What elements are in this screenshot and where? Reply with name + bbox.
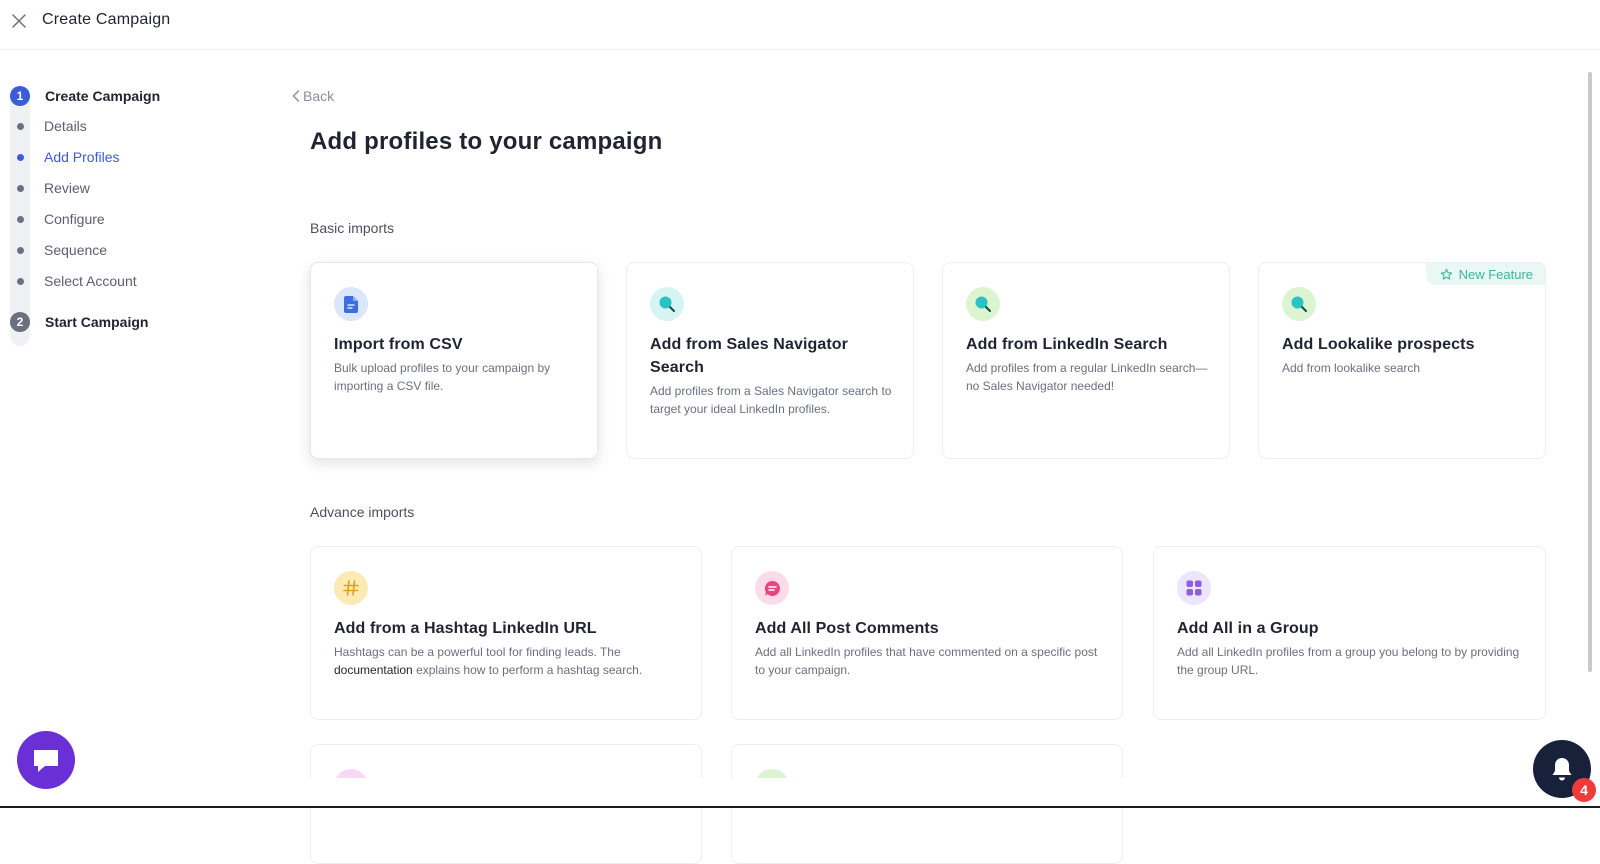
card-description: Hashtags can be a powerful tool for find…	[334, 645, 643, 677]
step-start-campaign: 2 Start Campaign	[10, 312, 148, 332]
card-title: Add from Sales Navigator Search	[650, 336, 849, 376]
chat-icon	[34, 750, 58, 772]
step-number-2: 2	[10, 312, 30, 332]
linkedin-search-card[interactable]: Add from LinkedIn Search Add profiles fr…	[942, 262, 1230, 459]
card-description: Add profiles from a Sales Navigator sear…	[650, 384, 892, 416]
substep-select-account[interactable]: Select Account	[10, 271, 137, 291]
new-feature-badge: New Feature	[1425, 263, 1545, 285]
top-bar: Create Campaign	[0, 0, 1600, 50]
card-description: Add from lookalike search	[1282, 361, 1421, 375]
search-icon	[966, 287, 1000, 321]
substep-label: Select Account	[44, 273, 137, 289]
substep-details[interactable]: Details	[10, 116, 87, 136]
card-description: Add all LinkedIn profiles that have comm…	[755, 645, 1098, 677]
card-title: Add All Post Comments	[755, 620, 939, 637]
content-clip	[300, 778, 1550, 806]
notification-count-badge: 4	[1572, 778, 1596, 802]
hashtag-icon	[334, 571, 368, 605]
file-icon	[334, 287, 368, 321]
step-number-1: 1	[10, 86, 30, 106]
card-title: Add from a Hashtag LinkedIn URL	[334, 620, 597, 637]
substep-label: Details	[44, 118, 87, 134]
substep-dot	[10, 246, 30, 254]
substep-dot	[10, 153, 30, 161]
group-card[interactable]: Add All in a Group Add all LinkedIn prof…	[1153, 546, 1546, 720]
back-button[interactable]: Back	[292, 88, 334, 104]
substep-label: Add Profiles	[44, 149, 120, 165]
substep-dot	[10, 184, 30, 192]
close-icon[interactable]	[10, 12, 28, 30]
substep-review[interactable]: Review	[10, 178, 90, 198]
card-title: Import from CSV	[334, 336, 463, 353]
card-description: Add profiles from a regular LinkedIn sea…	[966, 361, 1208, 393]
scrollbar-thumb[interactable]	[1588, 72, 1592, 672]
chevron-left-icon	[292, 90, 300, 102]
page-header-title: Create Campaign	[42, 11, 171, 28]
search-icon	[1282, 287, 1316, 321]
substep-dot	[10, 277, 30, 285]
lookalike-prospects-card[interactable]: New Feature Add Lookalike prospects Add …	[1258, 262, 1546, 459]
sales-navigator-card[interactable]: Add from Sales Navigator Search Add prof…	[626, 262, 914, 459]
star-icon	[1440, 268, 1452, 280]
substep-label: Configure	[44, 211, 105, 227]
hashtag-url-card[interactable]: Add from a Hashtag LinkedIn URL Hashtags…	[310, 546, 702, 720]
comment-icon	[755, 571, 789, 605]
substep-label: Review	[44, 180, 90, 196]
substep-configure[interactable]: Configure	[10, 209, 105, 229]
substep-label: Sequence	[44, 242, 108, 258]
substep-sequence[interactable]: Sequence	[10, 240, 107, 260]
card-title: Add from LinkedIn Search	[966, 336, 1168, 353]
bell-icon	[1552, 758, 1572, 781]
search-icon	[650, 287, 684, 321]
step-label: Start Campaign	[45, 314, 149, 330]
basic-imports-label: Basic imports	[310, 220, 395, 236]
substep-dot	[10, 122, 30, 130]
back-label: Back	[303, 88, 335, 104]
post-comments-card[interactable]: Add All Post Comments Add all LinkedIn p…	[731, 546, 1123, 720]
import-csv-card[interactable]: Import from CSV Bulk upload profiles to …	[310, 262, 598, 459]
step-label: Create Campaign	[45, 88, 161, 104]
card-description: Add all LinkedIn profiles from a group y…	[1177, 645, 1520, 677]
substep-dot	[10, 215, 30, 223]
badge-label: New Feature	[1458, 266, 1533, 282]
chat-button[interactable]	[17, 731, 75, 789]
page-title: Add profiles to your campaign	[310, 128, 663, 155]
grid-icon	[1177, 571, 1211, 605]
step-create-campaign: 1 Create Campaign	[10, 86, 160, 106]
card-title: Add All in a Group	[1177, 620, 1319, 637]
card-description: Bulk upload profiles to your campaign by…	[334, 361, 551, 393]
documentation-link[interactable]: documentation	[334, 663, 413, 677]
substep-add-profiles[interactable]: Add Profiles	[10, 147, 119, 167]
card-title: Add Lookalike prospects	[1282, 336, 1475, 353]
advance-imports-label: Advance imports	[310, 504, 415, 520]
